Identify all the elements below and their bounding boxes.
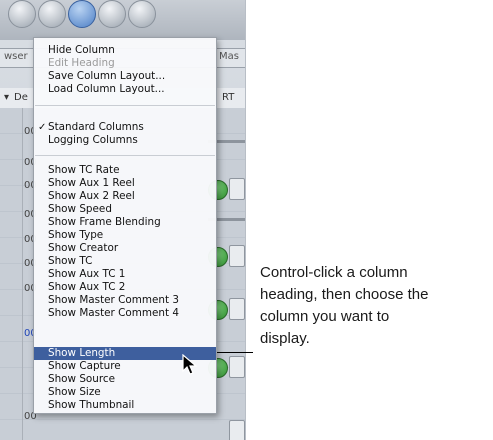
column-header-rt[interactable]: RT (222, 92, 234, 103)
menu-item-show-aux-tc-1[interactable]: Show Aux TC 1 (34, 268, 216, 281)
menu-item-show-aux-tc-2[interactable]: Show Aux TC 2 (34, 281, 216, 294)
menu-item-load-column-layout[interactable]: Load Column Layout... (34, 83, 216, 96)
menu-item-show-aux-2-reel[interactable]: Show Aux 2 Reel (34, 190, 216, 203)
transport-button[interactable] (98, 0, 126, 28)
menu-item-show-tc-rate[interactable]: Show TC Rate (34, 164, 216, 177)
clip-thumb[interactable] (229, 356, 245, 378)
menu-item-show-master-comment-3[interactable]: Show Master Comment 3 (34, 294, 216, 307)
callout-text: Control-click a column heading, then cho… (260, 262, 490, 350)
menu-item-show-type[interactable]: Show Type (34, 229, 216, 242)
menu-item-save-column-layout[interactable]: Save Column Layout... (34, 70, 216, 83)
transport-button[interactable] (38, 0, 66, 28)
menu-item-show-frame-blending[interactable]: Show Frame Blending (34, 216, 216, 229)
menu-item-logging-columns[interactable]: Logging Columns (34, 134, 216, 147)
checkmark-icon: ✓ (38, 122, 47, 133)
menu-item-show-speed[interactable]: Show Speed (34, 203, 216, 216)
menu-separator (35, 155, 215, 156)
clip-thumb[interactable] (229, 245, 245, 267)
column-menu-icon[interactable]: ▾ (4, 92, 9, 103)
menu-item-show-master-comment-4[interactable]: Show Master Comment 4 (34, 307, 216, 320)
tab-master[interactable]: Mas (219, 51, 239, 62)
callout-leader-line (217, 352, 253, 353)
arrow-cursor-icon (182, 354, 198, 375)
menu-item-show-size[interactable]: Show Size (34, 386, 216, 399)
clip-thumb[interactable] (229, 420, 245, 440)
callout-line: Control-click a column (260, 264, 408, 281)
menu-item-label: Standard Columns (48, 121, 144, 133)
clip-thumb[interactable] (229, 298, 245, 320)
menu-item-standard-columns[interactable]: ✓ Standard Columns (34, 121, 216, 134)
menu-item-show-tc[interactable]: Show TC (34, 255, 216, 268)
transport-button[interactable] (8, 0, 36, 28)
callout-line: display. (260, 330, 310, 347)
clip-thumb[interactable] (229, 178, 245, 200)
menu-item-show-creator[interactable]: Show Creator (34, 242, 216, 255)
tab-browser[interactable]: wser (4, 51, 28, 62)
menu-item-hide-column[interactable]: Hide Column (34, 44, 216, 57)
column-header-description[interactable]: De (14, 92, 28, 103)
play-button[interactable] (68, 0, 96, 28)
column-divider (22, 108, 23, 440)
callout-line: column you want to (260, 308, 390, 325)
menu-item-edit-heading: Edit Heading (48, 57, 115, 69)
menu-item-show-aux-1-reel[interactable]: Show Aux 1 Reel (34, 177, 216, 190)
menu-separator (35, 105, 215, 106)
callout-line: heading, then choose the (260, 286, 429, 303)
menu-item-show-thumbnail[interactable]: Show Thumbnail (34, 399, 216, 412)
transport-button[interactable] (128, 0, 156, 28)
button-bar (0, 0, 245, 40)
